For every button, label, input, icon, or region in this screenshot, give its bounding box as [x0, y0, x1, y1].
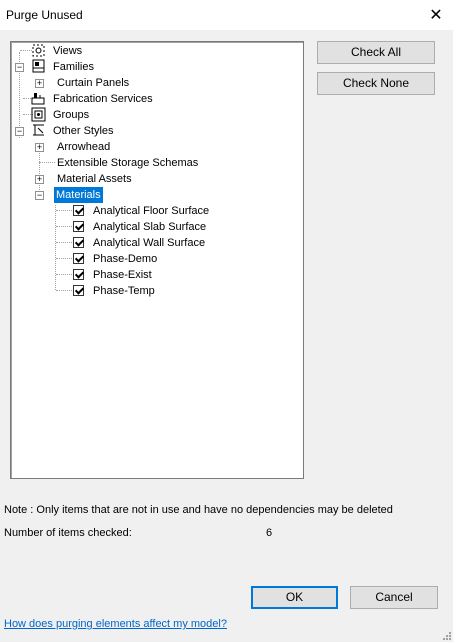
expand-icon[interactable]: +	[35, 175, 44, 184]
tree-item-label: Fabrication Services	[53, 93, 153, 105]
tree-item-label: Groups	[53, 109, 90, 121]
views-icon	[32, 44, 45, 57]
tree-connector	[56, 290, 74, 291]
collapse-icon[interactable]: −	[15, 63, 24, 72]
tree-item-label: Views	[53, 45, 83, 57]
checkbox[interactable]	[73, 237, 84, 248]
tree-item-label: Arrowhead	[57, 141, 111, 153]
tree-item-label: Other Styles	[53, 125, 114, 137]
tree-item-label: Curtain Panels	[57, 77, 130, 89]
tree-connector	[56, 210, 74, 211]
note-text: Note : Only items that are not in use an…	[4, 504, 393, 516]
tree-connector	[56, 274, 74, 275]
purge-tree[interactable]: Views − Families + Curtain Panels Fabric…	[10, 41, 304, 479]
tree-item-label: Phase-Temp	[93, 285, 155, 297]
expand-icon[interactable]: +	[35, 79, 44, 88]
tree-item-label: Material Assets	[57, 173, 132, 185]
tree-connector	[56, 226, 74, 227]
help-link[interactable]: How does purging elements affect my mode…	[4, 618, 227, 630]
cancel-button[interactable]: Cancel	[350, 586, 438, 609]
tree-item-label: Analytical Slab Surface	[93, 221, 207, 233]
checkbox[interactable]	[73, 269, 84, 280]
families-icon	[32, 59, 45, 73]
title-bar: Purge Unused ✕	[0, 0, 453, 30]
checkbox[interactable]	[73, 221, 84, 232]
tree-connector	[56, 242, 74, 243]
tree-connector	[39, 162, 55, 163]
tree-item-label: Phase-Exist	[93, 269, 152, 281]
ok-button[interactable]: OK	[251, 586, 338, 609]
checkbox[interactable]	[73, 285, 84, 296]
close-icon[interactable]: ✕	[419, 0, 453, 30]
tree-item-label: Extensible Storage Schemas	[57, 157, 199, 169]
tree-item-label: Analytical Floor Surface	[93, 205, 210, 217]
tree-item-label: Phase-Demo	[93, 253, 158, 265]
fabrication-icon	[31, 93, 45, 105]
items-checked-count: 6	[266, 527, 273, 539]
other-styles-icon	[33, 124, 44, 136]
checkbox[interactable]	[73, 253, 84, 264]
tree-item-label: Materials	[53, 186, 104, 204]
tree-connector	[39, 148, 40, 194]
window-title: Purge Unused	[6, 8, 83, 22]
tree-connector	[56, 258, 74, 259]
check-none-button[interactable]: Check None	[317, 72, 435, 95]
collapse-icon[interactable]: −	[15, 127, 24, 136]
tree-item-label: Analytical Wall Surface	[93, 237, 206, 249]
items-checked-label: Number of items checked:	[4, 527, 132, 539]
tree-item-label: Families	[53, 61, 94, 73]
checkbox[interactable]	[73, 205, 84, 216]
resize-grip-icon[interactable]	[441, 630, 451, 640]
check-all-button[interactable]: Check All	[317, 41, 435, 64]
groups-icon	[31, 107, 46, 122]
collapse-icon[interactable]: −	[35, 191, 44, 200]
expand-icon[interactable]: +	[35, 143, 44, 152]
